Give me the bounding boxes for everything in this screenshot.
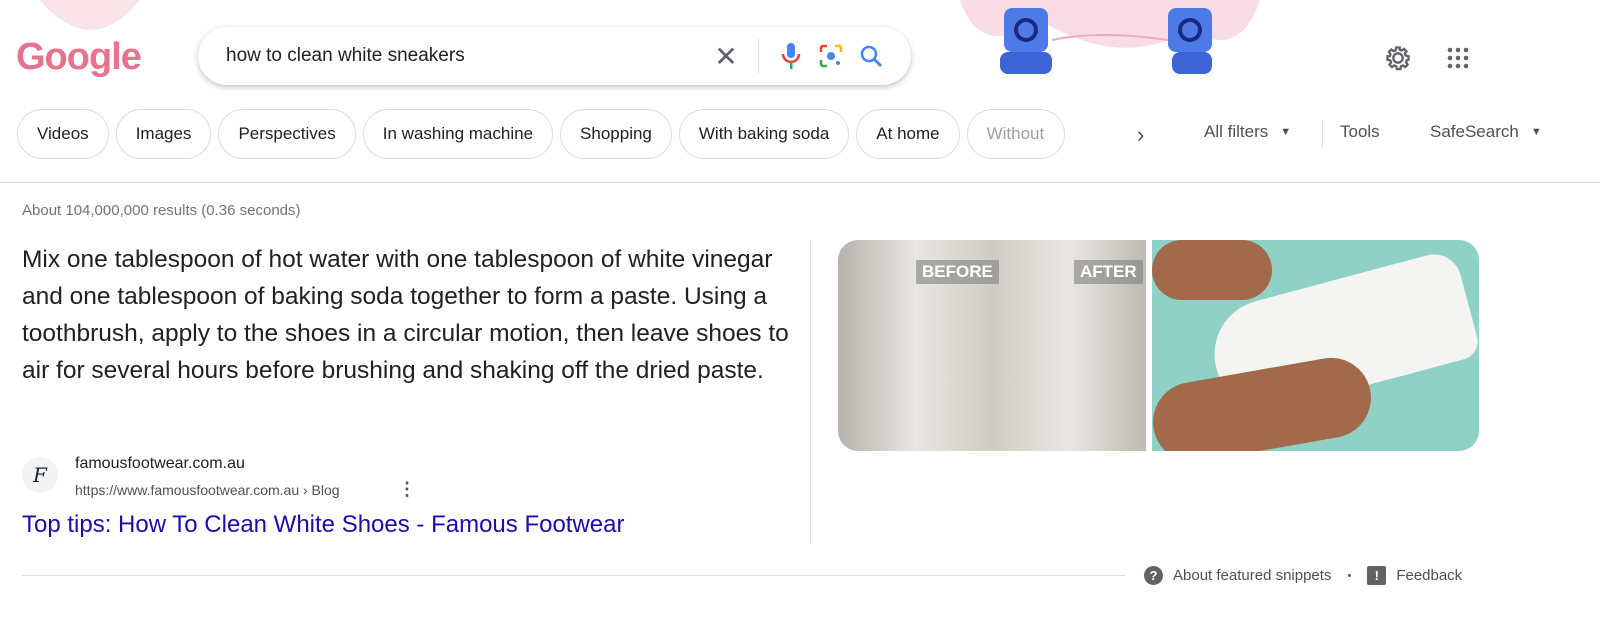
site-url[interactable]: https://www.famousfootwear.com.au › Blog bbox=[75, 482, 340, 498]
chevron-right-icon[interactable]: › bbox=[1137, 122, 1144, 148]
all-filters-label: All filters bbox=[1204, 122, 1269, 141]
gear-icon[interactable] bbox=[1382, 42, 1414, 74]
google-logo[interactable]: Google bbox=[16, 36, 142, 79]
result-stats: About 104,000,000 results (0.36 seconds) bbox=[22, 202, 301, 219]
caret-down-icon: ▼ bbox=[1530, 126, 1542, 138]
divider bbox=[758, 39, 759, 73]
search-icon[interactable] bbox=[851, 36, 891, 76]
site-name[interactable]: famousfootwear.com.au bbox=[75, 455, 245, 473]
divider bbox=[810, 240, 811, 544]
cleaning-shoe-image[interactable] bbox=[1152, 240, 1479, 451]
snippet-footer: ? About featured snippets • ! Feedback bbox=[1144, 566, 1462, 585]
header-divider bbox=[0, 182, 1600, 183]
separator: • bbox=[1347, 569, 1352, 582]
feedback-icon: ! bbox=[1367, 566, 1387, 585]
tools-button[interactable]: Tools bbox=[1340, 122, 1380, 142]
apps-grid-icon[interactable] bbox=[1442, 42, 1474, 74]
safesearch-button[interactable]: SafeSearch ▼ bbox=[1430, 122, 1542, 142]
feedback-link[interactable]: Feedback bbox=[1396, 567, 1462, 584]
microphone-icon[interactable] bbox=[771, 36, 811, 76]
search-input[interactable] bbox=[226, 45, 706, 67]
all-filters-button[interactable]: All filters ▼ bbox=[1204, 122, 1291, 142]
chip-in-washing-machine[interactable]: In washing machine bbox=[362, 109, 554, 159]
chip-at-home[interactable]: At home bbox=[856, 109, 960, 159]
before-label: BEFORE bbox=[916, 260, 999, 284]
divider bbox=[1322, 120, 1323, 148]
before-after-image[interactable]: BEFORE AFTER bbox=[838, 240, 1146, 451]
featured-snippet-text: Mix one tablespoon of hot water with one… bbox=[22, 246, 789, 384]
chip-perspectives[interactable]: Perspectives bbox=[218, 109, 356, 159]
lens-icon[interactable] bbox=[811, 36, 851, 76]
search-box: ✕ bbox=[198, 27, 911, 85]
filter-chips: Videos Images Perspectives In washing ma… bbox=[17, 109, 1065, 159]
divider bbox=[22, 575, 1125, 576]
help-icon: ? bbox=[1144, 566, 1163, 585]
chip-without[interactable]: Without bbox=[966, 109, 1065, 159]
chip-images[interactable]: Images bbox=[115, 109, 212, 159]
close-icon[interactable]: ✕ bbox=[706, 36, 746, 76]
hand-shape bbox=[1152, 240, 1272, 300]
site-favicon: F bbox=[22, 457, 58, 493]
more-options-icon[interactable]: ⋮ bbox=[398, 479, 416, 500]
after-label: AFTER bbox=[1074, 260, 1143, 284]
safesearch-label: SafeSearch bbox=[1430, 122, 1519, 141]
caret-down-icon: ▼ bbox=[1280, 126, 1292, 138]
chip-with-baking-soda[interactable]: With baking soda bbox=[678, 109, 850, 159]
chip-videos[interactable]: Videos bbox=[17, 109, 109, 159]
result-title-link[interactable]: Top tips: How To Clean White Shoes - Fam… bbox=[22, 511, 624, 539]
chip-shopping[interactable]: Shopping bbox=[560, 109, 672, 159]
about-featured-snippets-link[interactable]: About featured snippets bbox=[1173, 567, 1331, 584]
